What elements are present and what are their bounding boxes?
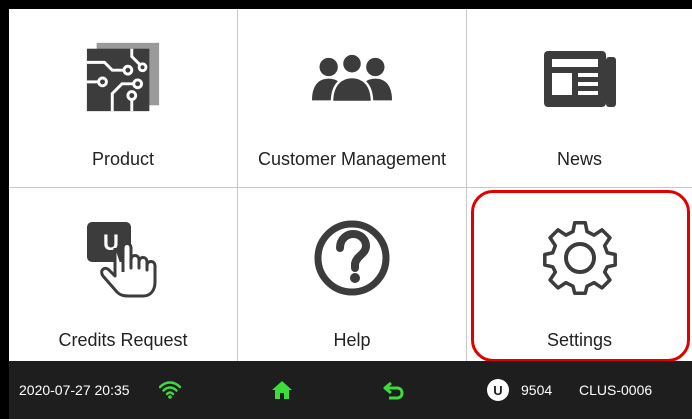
menu-grid: Product Customer Management News U Credi…: [9, 9, 692, 361]
gear-icon: [540, 218, 620, 298]
app-frame: Product Customer Management News U Credi…: [9, 9, 692, 419]
hand-tap-u-icon: U: [83, 218, 163, 298]
credits-request-label: Credits Request: [58, 330, 188, 350]
credits-value: 9504: [521, 382, 553, 398]
users-group-icon: [312, 37, 392, 117]
credits-badge-icon: U: [487, 379, 509, 401]
grid-divider: [466, 9, 467, 361]
settings-tile[interactable]: Settings: [467, 188, 692, 361]
product-tile[interactable]: Product: [9, 9, 237, 187]
back-arrow-icon[interactable]: [383, 361, 405, 419]
credits-badge: U: [487, 361, 509, 419]
newspaper-icon: [540, 37, 620, 117]
credits-request-tile[interactable]: U Credits Request: [9, 188, 237, 361]
status-bar: 2020-07-27 20:35 U 9504 CLUS-0006: [9, 361, 692, 419]
question-circle-icon: [312, 218, 392, 298]
datetime: 2020-07-27 20:35: [19, 382, 130, 398]
news-tile[interactable]: News: [467, 9, 692, 187]
help-label: Help: [333, 330, 371, 350]
customer-management-label: Customer Management: [257, 149, 447, 169]
circuit-board-icon: [83, 37, 163, 117]
wifi-icon: [159, 361, 181, 419]
home-icon[interactable]: [271, 361, 293, 419]
device-id: CLUS-0006: [579, 382, 653, 398]
svg-text:U: U: [103, 230, 119, 255]
help-tile[interactable]: Help: [238, 188, 466, 361]
customer-management-tile[interactable]: Customer Management: [238, 9, 466, 187]
settings-label: Settings: [546, 330, 613, 350]
grid-divider: [9, 187, 692, 188]
news-label: News: [556, 149, 602, 169]
grid-divider: [237, 9, 238, 361]
product-label: Product: [91, 149, 155, 169]
